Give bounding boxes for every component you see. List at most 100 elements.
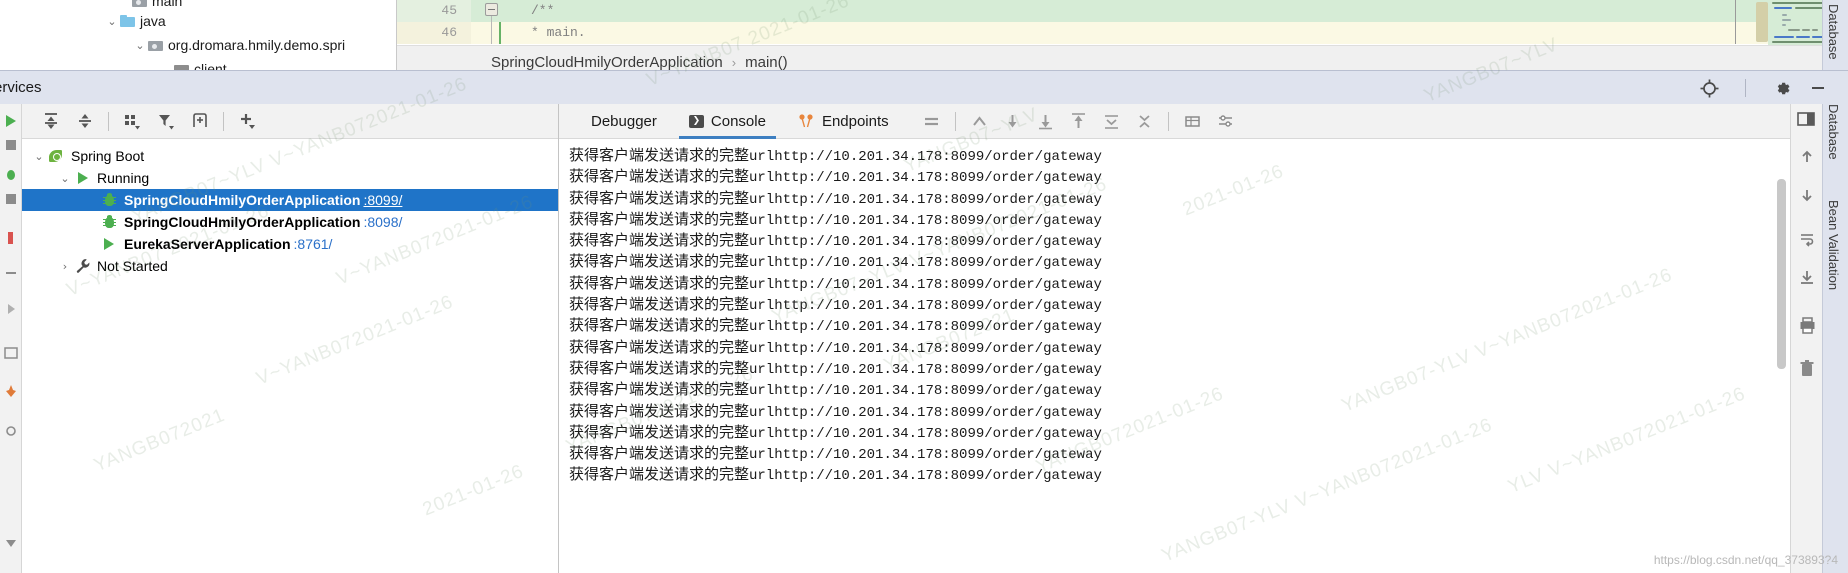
- trash-icon[interactable]: [1791, 352, 1823, 385]
- breakpoint-icon[interactable]: [2, 229, 20, 247]
- project-tree-fragment[interactable]: main ⌄ java ⌄ org.dromara.hmily.demo.spr…: [0, 0, 396, 78]
- breadcrumb-method[interactable]: main(): [745, 54, 788, 71]
- tree-item-label: org.dromara.hmily.demo.spri: [168, 37, 346, 53]
- tab-label: Debugger: [591, 112, 657, 130]
- step-out-icon[interactable]: [963, 106, 996, 136]
- log-message-prefix: 获得客户端发送请求的完整: [569, 466, 750, 484]
- breadcrumb-class[interactable]: SpringCloudHmilyOrderApplication: [491, 54, 723, 71]
- console-log-line: 获得客户端发送请求的完整urlhttp://10.201.34.178:8099…: [569, 251, 1790, 272]
- arrow-down-icon[interactable]: [1791, 178, 1823, 211]
- services-tree[interactable]: ⌄ Spring Boot ⌄ Running SpringCloudHmily…: [22, 145, 558, 573]
- log-message-url: urlhttp://10.201.34.178:8099/order/gatew…: [749, 298, 1102, 315]
- pin-icon[interactable]: [2, 382, 20, 400]
- print-icon[interactable]: [1791, 309, 1823, 342]
- services-toolbar: [22, 104, 558, 139]
- tab-debugger[interactable]: Debugger: [575, 104, 673, 139]
- log-message-prefix: 获得客户端发送请求的完整: [569, 423, 750, 441]
- left-run-toolbar[interactable]: [0, 104, 22, 573]
- gear-icon[interactable]: [1764, 71, 1800, 105]
- tab-endpoints[interactable]: Endpoints: [782, 104, 905, 139]
- group-by-icon[interactable]: [115, 106, 149, 136]
- locate-icon[interactable]: [1691, 71, 1727, 105]
- side-tab-bean-validation[interactable]: Bean Validation: [1826, 200, 1841, 290]
- layout-icon[interactable]: [2, 344, 20, 362]
- console-log-line: 获得客户端发送请求的完整urlhttp://10.201.34.178:8099…: [569, 166, 1790, 187]
- log-message-prefix: 获得客户端发送请求的完整: [569, 168, 750, 186]
- code-line[interactable]: 46 * main.: [397, 22, 1848, 44]
- tree-row[interactable]: ⌄ org.dromara.hmily.demo.spri: [132, 34, 345, 56]
- chevron-down-icon[interactable]: ⌄: [132, 40, 148, 51]
- export-icon[interactable]: [1791, 260, 1823, 293]
- log-message-prefix: 获得客户端发送请求的完整: [569, 253, 750, 271]
- scroll-down-icon[interactable]: [996, 106, 1029, 136]
- settings-sliders-icon[interactable]: [1209, 106, 1242, 136]
- stop2-icon[interactable]: [2, 190, 20, 208]
- line-number: 46: [397, 22, 471, 44]
- chevron-down-icon[interactable]: ⌄: [30, 150, 48, 163]
- debug-icon[interactable]: [2, 166, 20, 184]
- tree-row[interactable]: ⌄ java: [104, 10, 166, 32]
- tree-item-label: java: [140, 13, 166, 29]
- services-tree-row-order-8098[interactable]: SpringCloudHmilyOrderApplication :8098/: [22, 211, 558, 233]
- log-message-prefix: 获得客户端发送请求的完整: [569, 296, 750, 314]
- divider: [223, 111, 224, 131]
- console-output[interactable]: 获得客户端发送请求的完整urlhttp://10.201.34.178:8099…: [559, 139, 1790, 573]
- scroll-up-icon[interactable]: [1062, 106, 1095, 136]
- log-message-url: urlhttp://10.201.34.178:8099/order/gatew…: [749, 276, 1102, 293]
- tab-console[interactable]: ❯ Console: [673, 104, 782, 139]
- expand-all-icon[interactable]: [34, 106, 68, 136]
- code-fold-marker-icon[interactable]: [485, 3, 498, 16]
- services-tree-row-order-8099[interactable]: SpringCloudHmilyOrderApplication :8099/: [22, 189, 558, 211]
- fold-icon[interactable]: [1095, 106, 1128, 136]
- arrow-up-icon[interactable]: [1791, 140, 1823, 173]
- services-tree-port-link[interactable]: :8098/: [363, 214, 402, 230]
- log-message-url: urlhttp://10.201.34.178:8099/order/gatew…: [749, 425, 1102, 442]
- soft-wrap-icon[interactable]: [1029, 106, 1062, 136]
- services-tree-row-spring-boot[interactable]: ⌄ Spring Boot: [22, 145, 558, 167]
- filter-icon[interactable]: [149, 106, 183, 136]
- layout-icon[interactable]: [915, 106, 948, 136]
- chevron-down-icon[interactable]: ⌄: [56, 172, 74, 185]
- spring-boot-icon: [48, 149, 66, 163]
- blog-url-watermark: https://blog.csdn.net/qq_373893?4: [1653, 553, 1838, 567]
- services-tree-label: Running: [97, 170, 150, 186]
- settings-icon[interactable]: [2, 422, 20, 440]
- editor-scrollbar[interactable]: [1756, 2, 1768, 42]
- split-screen-icon[interactable]: [1790, 102, 1822, 135]
- collapse-all-icon[interactable]: [68, 106, 102, 136]
- services-tree-row-not-started[interactable]: › Not Started: [22, 255, 558, 277]
- console-log-line: 获得客户端发送请求的完整urlhttp://10.201.34.178:8099…: [569, 401, 1790, 422]
- grid-icon[interactable]: [1176, 106, 1209, 136]
- endpoints-icon: [798, 114, 815, 128]
- services-tree-label: SpringCloudHmilyOrderApplication: [124, 214, 361, 230]
- code-line[interactable]: 45 /**: [397, 0, 1848, 22]
- services-tree-row-eureka-8761[interactable]: EurekaServerApplication :8761/: [22, 233, 558, 255]
- rerun-icon[interactable]: [2, 112, 20, 130]
- console-panel: Debugger ❯ Console Endpoints 获得客户端发送请求的完…: [559, 104, 1790, 573]
- mute-icon[interactable]: [2, 264, 20, 282]
- chevron-down-icon[interactable]: ⌄: [104, 16, 120, 27]
- minimize-icon[interactable]: [1800, 71, 1836, 105]
- folder-blue-icon: [120, 15, 135, 27]
- wrap-text-icon[interactable]: [1791, 222, 1823, 255]
- services-tree-port-link[interactable]: :8099/: [363, 192, 402, 208]
- line-number: 45: [397, 0, 471, 22]
- editor-pane[interactable]: 45 /** 46 * main. SpringCloudHmilyOrderA…: [396, 0, 1848, 78]
- services-tree-row-running[interactable]: ⌄ Running: [22, 167, 558, 189]
- side-tab-database[interactable]: Database: [1826, 104, 1841, 160]
- debug-bug-icon: [100, 215, 118, 229]
- console-side-toolbar: [1790, 104, 1822, 573]
- stop-icon[interactable]: [2, 136, 20, 154]
- side-tab-database[interactable]: Database: [1826, 4, 1841, 60]
- add-tab-icon[interactable]: [183, 106, 217, 136]
- chevron-right-icon[interactable]: ›: [56, 260, 74, 273]
- add-service-icon[interactable]: [230, 106, 264, 136]
- expand-arrow-icon[interactable]: [2, 300, 20, 318]
- unfold-icon[interactable]: [1128, 106, 1161, 136]
- console-scrollbar[interactable]: [1777, 179, 1786, 369]
- code-text: * main.: [531, 25, 586, 40]
- right-side-tab-strip[interactable]: Database Bean Validation: [1822, 104, 1848, 573]
- services-tree-port-link[interactable]: :8761/: [294, 236, 333, 252]
- scroll-down-icon[interactable]: [2, 534, 20, 552]
- folder-package-icon: [148, 39, 163, 51]
